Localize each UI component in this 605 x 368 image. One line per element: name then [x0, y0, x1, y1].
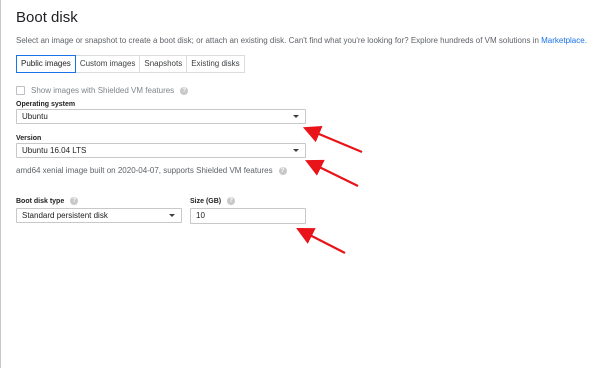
boot-disk-type-label-row: Boot disk type ?: [16, 197, 79, 205]
shielded-vm-checkbox-label: Show images with Shielded VM features: [31, 86, 175, 95]
size-label-row: Size (GB) ?: [190, 197, 236, 205]
size-input[interactable]: 10: [190, 208, 306, 224]
panel-left-border: [0, 0, 1, 368]
operating-system-select[interactable]: Ubuntu: [16, 109, 306, 124]
help-icon[interactable]: ?: [70, 197, 79, 205]
description-text: Select an image or snapshot to create a …: [16, 36, 542, 45]
version-value: Ubuntu 16.04 LTS: [22, 146, 87, 155]
version-info: amd64 xenial image built on 2020-04-07, …: [16, 166, 287, 175]
marketplace-link[interactable]: Marketplace.: [541, 36, 587, 45]
version-select[interactable]: Ubuntu 16.04 LTS: [16, 143, 306, 158]
page-title: Boot disk: [16, 9, 78, 26]
shielded-vm-checkbox-row: Show images with Shielded VM features ?: [16, 86, 189, 95]
tab-existing-disks[interactable]: Existing disks: [186, 55, 245, 73]
boot-disk-type-label: Boot disk type: [16, 197, 65, 205]
operating-system-label: Operating system: [16, 101, 76, 108]
version-label: Version: [16, 135, 42, 142]
arrow-version: [305, 159, 359, 187]
image-source-tabs: Public images Custom images Snapshots Ex…: [16, 55, 245, 73]
tab-public-images[interactable]: Public images: [16, 55, 76, 73]
tab-custom-images[interactable]: Custom images: [74, 55, 141, 73]
help-icon[interactable]: ?: [180, 86, 189, 95]
operating-system-value: Ubuntu: [22, 112, 48, 121]
description: Select an image or snapshot to create a …: [16, 36, 587, 45]
arrow-operating-system: [302, 125, 363, 154]
chevron-down-icon: [293, 115, 299, 118]
help-icon[interactable]: ?: [227, 197, 236, 205]
help-icon[interactable]: ?: [278, 166, 287, 175]
tab-snapshots[interactable]: Snapshots: [139, 55, 188, 73]
version-info-text: amd64 xenial image built on 2020-04-07, …: [16, 166, 273, 175]
shielded-vm-checkbox[interactable]: [16, 86, 25, 95]
chevron-down-icon: [169, 214, 175, 217]
size-label: Size (GB): [190, 197, 222, 205]
boot-disk-type-value: Standard persistent disk: [22, 211, 108, 220]
boot-disk-type-select[interactable]: Standard persistent disk: [16, 208, 182, 223]
chevron-down-icon: [293, 149, 299, 152]
arrow-size: [296, 227, 346, 254]
